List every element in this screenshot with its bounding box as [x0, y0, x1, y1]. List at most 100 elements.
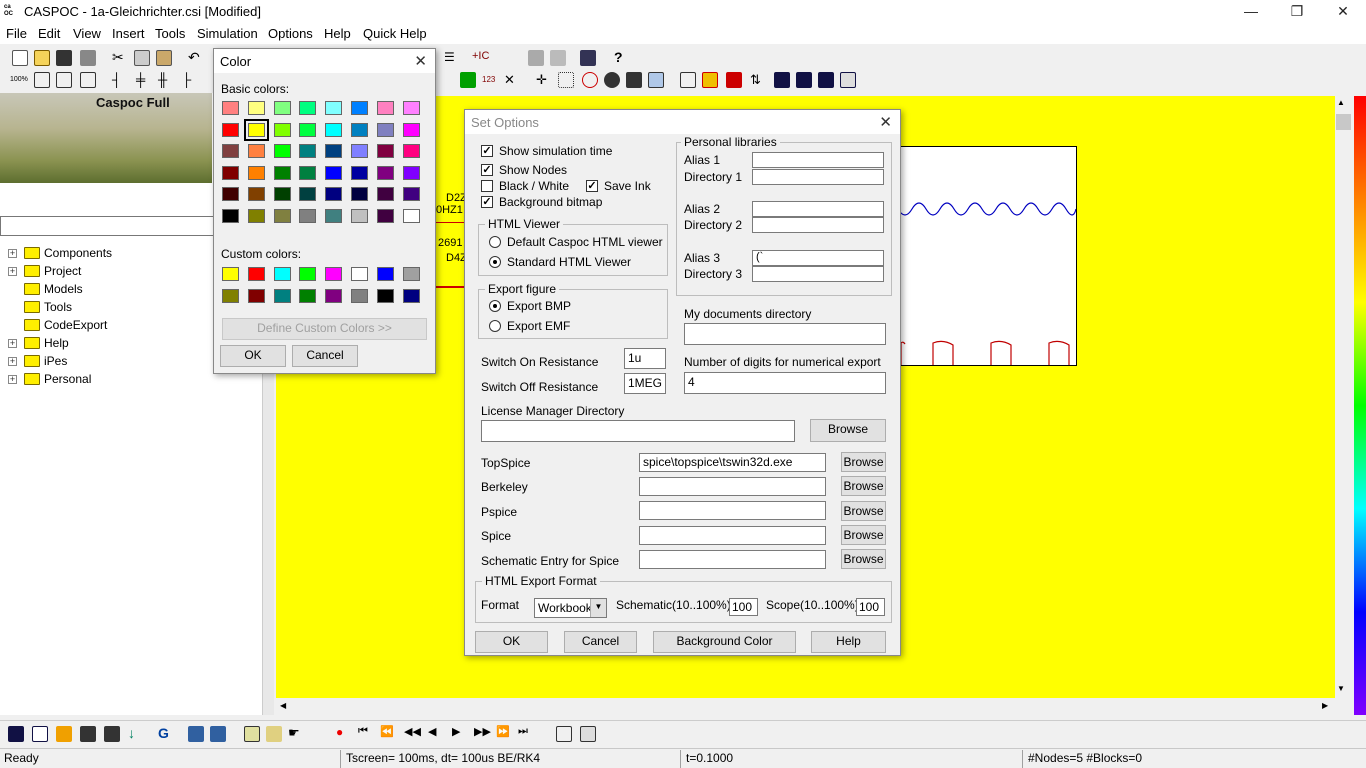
color-swatch[interactable] — [222, 144, 239, 158]
ok-button[interactable]: OK — [220, 345, 286, 367]
zoom-fit-icon[interactable] — [34, 72, 50, 88]
color-swatch[interactable] — [299, 101, 317, 115]
menu-help[interactable]: Help — [324, 26, 351, 41]
film2-icon[interactable] — [796, 72, 812, 88]
close-icon[interactable]: ✕ — [414, 52, 427, 70]
color-swatch[interactable] — [273, 208, 291, 223]
color-swatch[interactable] — [402, 101, 420, 115]
color-swatch[interactable] — [402, 187, 420, 201]
scope-icon[interactable] — [648, 72, 664, 88]
color-swatch[interactable] — [247, 187, 265, 201]
new-file-icon[interactable] — [12, 50, 28, 66]
grid2-icon[interactable] — [680, 72, 696, 88]
color-icon[interactable] — [702, 72, 718, 88]
restore-button[interactable]: ❐ — [1274, 0, 1320, 24]
color-swatch[interactable] — [376, 267, 394, 281]
color-swatch[interactable] — [402, 122, 420, 137]
network-icon[interactable] — [580, 50, 596, 66]
color-swatch[interactable] — [247, 101, 265, 115]
menu-edit[interactable]: Edit — [38, 26, 60, 41]
color-swatch[interactable] — [325, 288, 343, 303]
runtime-ic-icon[interactable]: +IC — [472, 50, 516, 66]
scroll-left-icon[interactable]: ◀ — [280, 701, 286, 710]
color-swatch[interactable] — [247, 165, 265, 180]
berkeley-input[interactable] — [639, 477, 826, 496]
color-swatch[interactable] — [273, 267, 291, 281]
color-swatch[interactable] — [376, 144, 394, 158]
show-nodes-checkbox[interactable]: ✓ — [481, 164, 493, 176]
canvas-vertical-scrollbar[interactable]: ▲ ▼ — [1335, 96, 1352, 698]
color-swatch[interactable] — [273, 101, 291, 115]
directory3-input[interactable] — [752, 266, 884, 282]
color-swatch[interactable] — [299, 288, 317, 303]
color-swatch[interactable] — [351, 288, 368, 303]
color-swatch[interactable] — [247, 267, 265, 281]
resistor-icon[interactable]: ┤ — [112, 72, 128, 88]
color-swatch[interactable] — [351, 165, 368, 180]
sort-icon[interactable]: ⇅ — [750, 72, 766, 88]
color-swatch[interactable] — [222, 165, 239, 180]
expand-icon[interactable]: + — [8, 375, 17, 384]
color-swatch[interactable] — [222, 208, 239, 223]
scope-window[interactable] — [892, 146, 1077, 366]
color-swatch[interactable] — [222, 122, 239, 137]
chip-icon[interactable] — [104, 726, 120, 742]
define-custom-colors-button[interactable]: Define Custom Colors >> — [222, 318, 427, 340]
background-color-button[interactable]: Background Color — [653, 631, 796, 653]
close-icon[interactable]: ✕ — [879, 113, 892, 131]
open-folder-icon[interactable] — [34, 50, 50, 66]
refresh-icon[interactable]: G — [158, 725, 174, 741]
color-swatch[interactable] — [222, 187, 239, 201]
spice-browse-button[interactable]: Browse — [841, 525, 886, 545]
color-swatch[interactable] — [325, 267, 343, 281]
color-swatch[interactable] — [247, 288, 265, 303]
berkeley-browse-button[interactable]: Browse — [841, 476, 886, 496]
background-bitmap-checkbox[interactable]: ✓ — [481, 196, 493, 208]
color-swatch[interactable] — [273, 165, 291, 180]
close-button[interactable]: ✕ — [1320, 0, 1366, 24]
grid-icon[interactable] — [558, 72, 574, 88]
color-swatch[interactable] — [376, 208, 394, 223]
color-swatch[interactable] — [351, 144, 368, 158]
color-swatch[interactable] — [243, 118, 269, 141]
my-documents-input[interactable] — [684, 323, 886, 345]
color-swatch[interactable] — [273, 144, 291, 158]
switch-on-input[interactable]: 1u — [624, 348, 666, 369]
show-sim-time-checkbox[interactable]: ✓ — [481, 145, 493, 157]
color-swatch[interactable] — [402, 165, 420, 180]
scope-percent-input[interactable]: 100 — [856, 598, 885, 616]
menu-view[interactable]: View — [73, 26, 101, 41]
color-swatch[interactable] — [376, 165, 394, 180]
play-icon[interactable]: ▶ — [452, 725, 468, 741]
numeric-icon[interactable]: 123 — [482, 72, 498, 88]
zoom-width-icon[interactable] — [56, 72, 72, 88]
menu-file[interactable]: File — [6, 26, 27, 41]
expand-icon[interactable]: + — [8, 267, 17, 276]
color-swatch[interactable] — [325, 101, 343, 115]
default-viewer-radio[interactable] — [489, 236, 501, 248]
menu-simulation[interactable]: Simulation — [197, 26, 258, 41]
document-icon[interactable] — [32, 726, 48, 742]
cancel-button[interactable]: Cancel — [292, 345, 358, 367]
color-swatch[interactable] — [376, 101, 394, 115]
color-swatch[interactable] — [351, 187, 368, 201]
cancel-button[interactable]: Cancel — [564, 631, 637, 653]
paste-icon[interactable] — [156, 50, 172, 66]
menu-insert[interactable]: Insert — [112, 26, 145, 41]
film-icon[interactable] — [8, 726, 24, 742]
cut-icon[interactable]: ✂ — [112, 50, 128, 66]
copy-icon[interactable] — [134, 50, 150, 66]
numeric-block-icon[interactable] — [56, 726, 72, 742]
standard-viewer-radio[interactable] — [489, 256, 501, 268]
color-swatch[interactable] — [325, 165, 343, 180]
diode-icon[interactable]: ├ — [182, 72, 198, 88]
scroll-down-icon[interactable]: ▼ — [1337, 684, 1345, 693]
record-icon[interactable]: ● — [336, 725, 352, 741]
library-search-input[interactable] — [0, 216, 214, 236]
color-swatch[interactable] — [376, 288, 394, 303]
color-swatch[interactable] — [402, 267, 420, 281]
black-white-checkbox[interactable] — [481, 180, 493, 192]
color-swatch[interactable] — [351, 122, 368, 137]
first-icon[interactable]: ⏮ — [358, 725, 374, 741]
download-arrow-icon[interactable]: ↓ — [128, 725, 144, 741]
